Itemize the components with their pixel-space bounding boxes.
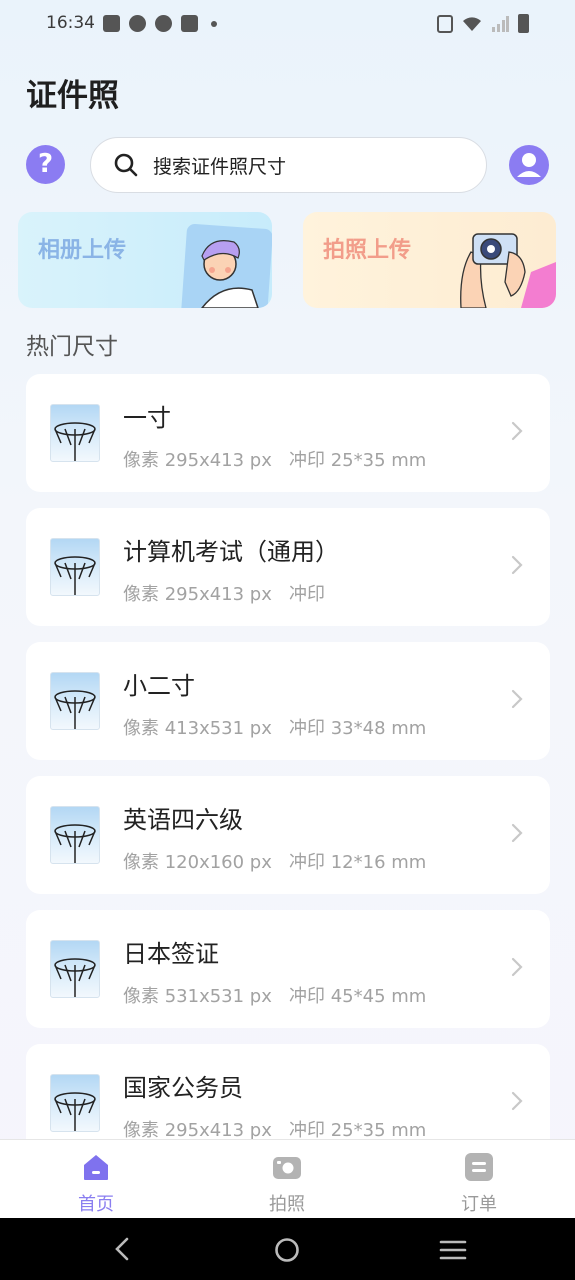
size-name: 计算机考试（通用） [123, 538, 339, 566]
question-icon: ? [37, 149, 54, 179]
wifi-icon [463, 16, 481, 31]
vibrate-icon [437, 14, 453, 33]
size-list: 一寸 像素 295x413 px 冲印 25*35 mm 计算机考试（通用） 像… [26, 374, 550, 1139]
size-card[interactable]: 小二寸 像素 413x531 px 冲印 33*48 mm [26, 642, 550, 760]
id-photo-thumbnail [50, 1074, 100, 1132]
chevron-right-icon [511, 689, 523, 709]
id-photo-thumbnail [50, 672, 100, 730]
id-photo-thumbnail [50, 940, 100, 998]
tab-photo-label: 拍照 [269, 1194, 305, 1215]
status-bar: 16:34 [0, 0, 575, 48]
size-pixels: 像素 295x413 px [123, 450, 272, 471]
recents-icon[interactable] [439, 1239, 467, 1261]
home-icon [84, 1155, 108, 1180]
orders-icon [465, 1153, 493, 1181]
id-photo-thumbnail [50, 538, 100, 596]
portrait-illustration [181, 223, 272, 308]
system-navigation-bar [0, 1218, 575, 1280]
signal-icon [492, 15, 509, 32]
search-placeholder: 搜索证件照尺寸 [153, 155, 287, 178]
size-card[interactable]: 国家公务员 像素 295x413 px 冲印 25*35 mm [26, 1044, 550, 1139]
tab-orders[interactable]: 订单 [419, 1140, 539, 1219]
chevron-right-icon [511, 823, 523, 843]
search-input[interactable]: 搜索证件照尺寸 [90, 137, 487, 193]
profile-button[interactable] [509, 145, 549, 185]
size-name: 小二寸 [123, 672, 195, 700]
album-upload-label: 相册上传 [38, 238, 127, 263]
chevron-right-icon [511, 957, 523, 977]
id-photo-thumbnail [50, 404, 100, 462]
status-time: 16:34 [46, 13, 95, 33]
user-icon [517, 153, 541, 177]
chevron-right-icon [511, 421, 523, 441]
size-print: 冲印 45*45 mm [289, 986, 427, 1007]
tab-orders-label: 订单 [461, 1194, 497, 1215]
size-card[interactable]: 日本签证 像素 531x531 px 冲印 45*45 mm [26, 910, 550, 1028]
size-print: 冲印 12*16 mm [289, 852, 427, 873]
shopping-bag-icon [103, 15, 120, 32]
page-title: 证件照 [26, 78, 119, 114]
help-button[interactable]: ? [26, 145, 65, 184]
bottom-nav: 首页 拍照 订单 [0, 1139, 575, 1218]
app-notification-icon [129, 15, 146, 32]
home-circle-icon[interactable] [274, 1237, 300, 1263]
size-card[interactable]: 一寸 像素 295x413 px 冲印 25*35 mm [26, 374, 550, 492]
app-notification-icon-2 [155, 15, 172, 32]
shopping-bag-icon-2 [181, 15, 198, 32]
tab-home[interactable]: 首页 [36, 1140, 156, 1219]
size-print: 冲印 33*48 mm [289, 718, 427, 739]
more-notifications-icon [211, 20, 217, 27]
size-pixels: 像素 413x531 px [123, 718, 272, 739]
size-print: 冲印 25*35 mm [289, 450, 427, 471]
tab-photo[interactable]: 拍照 [227, 1140, 347, 1219]
size-pixels: 像素 531x531 px [123, 986, 272, 1007]
album-upload-banner[interactable]: 相册上传 [18, 212, 272, 308]
size-print: 冲印 [289, 584, 325, 605]
camera-illustration [460, 233, 556, 308]
battery-icon [518, 14, 529, 33]
chevron-right-icon [511, 1091, 523, 1111]
camera-upload-banner[interactable]: 拍照上传 [303, 212, 556, 308]
chevron-right-icon [511, 555, 523, 575]
size-name: 日本签证 [123, 940, 219, 968]
size-pixels: 像素 295x413 px [123, 584, 272, 605]
section-title: 热门尺寸 [26, 334, 118, 360]
id-photo-thumbnail [50, 806, 100, 864]
size-card[interactable]: 计算机考试（通用） 像素 295x413 px 冲印 [26, 508, 550, 626]
tab-home-label: 首页 [78, 1194, 114, 1215]
size-card[interactable]: 英语四六级 像素 120x160 px 冲印 12*16 mm [26, 776, 550, 894]
size-pixels: 像素 120x160 px [123, 852, 272, 873]
size-pixels: 像素 295x413 px [123, 1120, 272, 1139]
search-icon [114, 153, 138, 177]
size-name: 英语四六级 [123, 806, 243, 834]
back-icon[interactable] [112, 1237, 132, 1261]
size-print: 冲印 25*35 mm [289, 1120, 427, 1139]
camera-icon [273, 1157, 301, 1179]
size-name: 一寸 [123, 404, 171, 432]
camera-upload-label: 拍照上传 [323, 238, 412, 263]
size-name: 国家公务员 [123, 1074, 243, 1102]
